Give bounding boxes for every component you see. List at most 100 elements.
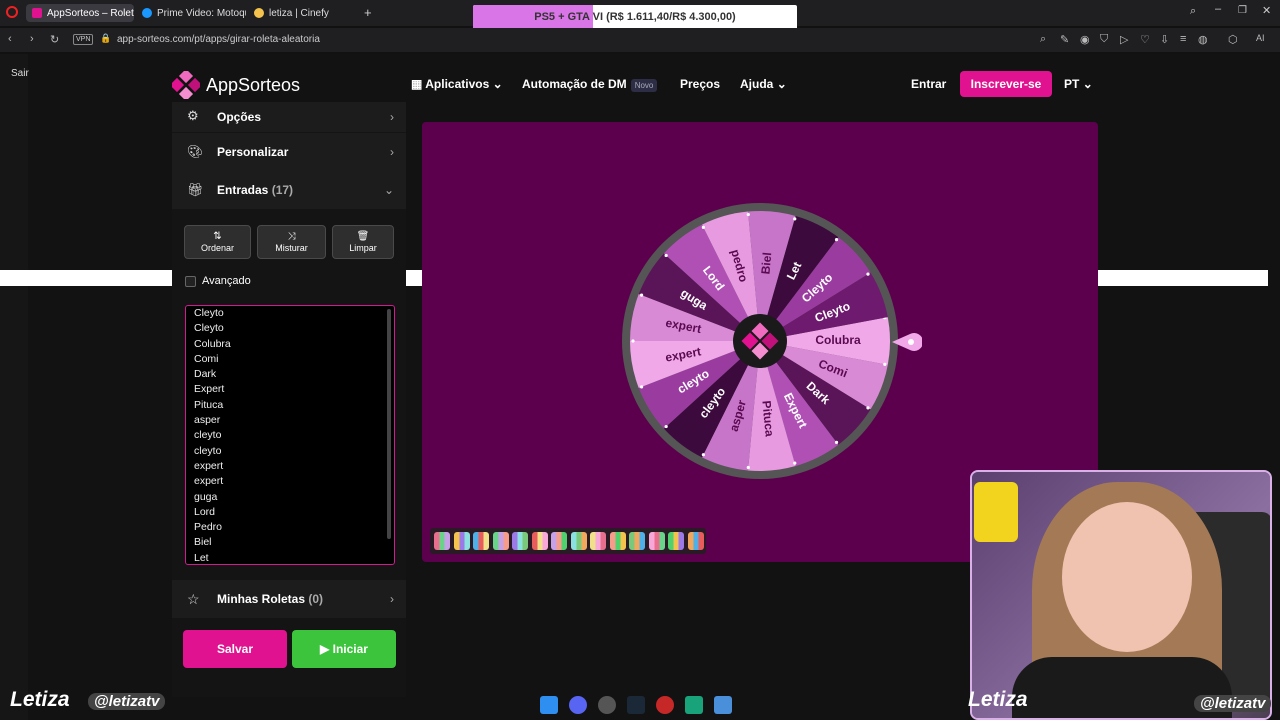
entry-line[interactable]: Pedro: [194, 520, 231, 535]
entry-line[interactable]: Let: [194, 551, 231, 564]
palette-swatch[interactable]: [570, 532, 587, 550]
streamer-handle: @letizatv: [1194, 695, 1272, 712]
entry-line[interactable]: expert: [194, 459, 231, 474]
maximize-icon[interactable]: ❐: [1238, 5, 1247, 16]
entry-line[interactable]: Comi: [194, 352, 231, 367]
minimize-icon[interactable]: –: [1215, 3, 1221, 15]
spin-wheel[interactable]: ColubraComiDarkExpertPitucaaspercleytocl…: [620, 201, 900, 481]
nav-help[interactable]: Ajuda ⌄: [740, 77, 787, 91]
shuffle-button[interactable]: ⤨ Misturar: [257, 225, 326, 259]
shield-icon[interactable]: ⛉: [1100, 33, 1108, 46]
steam-icon[interactable]: [627, 696, 645, 714]
language-select[interactable]: PT ⌄: [1064, 77, 1093, 91]
start-button[interactable]: ▶ Iniciar: [292, 630, 396, 668]
wheel-peg: [639, 293, 644, 297]
wheel-peg: [866, 406, 870, 410]
nav-apps[interactable]: ▦ Aplicativos ⌄: [411, 77, 503, 91]
ai-icon[interactable]: AI: [1256, 33, 1265, 43]
vpn-badge[interactable]: VPN: [73, 34, 94, 45]
entry-line[interactable]: Dark: [194, 367, 231, 382]
palette-swatch[interactable]: [453, 532, 470, 550]
entry-line[interactable]: Pituca: [194, 398, 231, 413]
section-entries[interactable]: 🎁︎ Entradas (17) ⌄: [172, 171, 406, 209]
entry-line[interactable]: guga: [194, 490, 231, 505]
obs-icon[interactable]: [598, 696, 616, 714]
entry-line[interactable]: Cleyto: [194, 306, 231, 321]
appsorteos-logo[interactable]: AppSorteos: [172, 71, 300, 99]
entries-count: (17): [271, 183, 294, 197]
opera-icon[interactable]: [656, 696, 674, 714]
palette-swatch[interactable]: [629, 532, 645, 550]
entry-line[interactable]: cleyto: [194, 444, 231, 459]
edit-icon[interactable]: ✎: [1060, 33, 1069, 46]
download-icon[interactable]: ⇩: [1160, 33, 1169, 46]
menu-icon[interactable]: ≡: [1180, 33, 1186, 45]
wheel-hub[interactable]: [733, 314, 787, 368]
palette-swatch[interactable]: [551, 532, 567, 550]
palette-swatch[interactable]: [492, 532, 509, 550]
entry-line[interactable]: asper: [194, 413, 231, 428]
search-tabs-icon[interactable]: ⌕: [1190, 5, 1196, 18]
palette-swatch[interactable]: [473, 532, 489, 550]
palette-swatch[interactable]: [668, 532, 684, 550]
signup-button[interactable]: Inscrever-se: [960, 71, 1052, 97]
entries-textarea[interactable]: Cleyto Cleyto Colubra Comi Dark Expert Pituca a…: [185, 305, 395, 565]
nav-prices[interactable]: Preços: [680, 77, 720, 91]
advanced-checkbox[interactable]: [185, 275, 196, 287]
entry-line[interactable]: Expert: [194, 382, 231, 397]
new-tab-button[interactable]: +: [364, 5, 372, 20]
advanced-toggle[interactable]: Avançado: [185, 275, 251, 287]
palette-swatch[interactable]: [609, 532, 626, 550]
calculator-icon[interactable]: [714, 696, 732, 714]
prime-video-favicon-icon: [142, 8, 152, 18]
start-label: Iniciar: [332, 642, 368, 656]
entry-line[interactable]: Cleyto: [194, 321, 231, 336]
camera-icon[interactable]: ◉: [1080, 33, 1090, 46]
play-icon[interactable]: ▷: [1120, 33, 1128, 46]
palette-swatch[interactable]: [531, 532, 548, 550]
save-button[interactable]: Salvar: [183, 630, 287, 668]
entry-line[interactable]: Biel: [194, 535, 231, 550]
opera-icon[interactable]: [6, 6, 18, 18]
clear-button[interactable]: 🗑︎ Limpar: [332, 225, 394, 259]
tab-appsorteos[interactable]: AppSorteos – Roleta Alea: [26, 4, 134, 22]
tab-prime-video[interactable]: Prime Video: Motoqueiro: [136, 4, 246, 22]
palette-swatch[interactable]: [512, 532, 528, 550]
forward-icon[interactable]: ›: [30, 33, 34, 45]
close-window-icon[interactable]: ✕: [1262, 4, 1271, 17]
entry-line[interactable]: Lord: [194, 505, 231, 520]
section-my-wheels[interactable]: ☆ Minhas Roletas (0) ›: [172, 580, 406, 618]
back-icon[interactable]: ‹: [8, 33, 12, 45]
section-options[interactable]: ⚙ Opções ›: [172, 102, 406, 132]
wheel-peg: [883, 362, 887, 366]
wheel-peg: [834, 238, 839, 242]
palette-swatch[interactable]: [590, 532, 606, 550]
chevron-right-icon: ›: [390, 592, 394, 606]
login-link[interactable]: Entrar: [911, 77, 946, 91]
section-customize[interactable]: 🎨︎ Personalizar ›: [172, 133, 406, 171]
sair-button[interactable]: Sair: [11, 68, 29, 79]
entry-line[interactable]: expert: [194, 474, 231, 489]
palette-swatch[interactable]: [687, 532, 704, 550]
windows-start-icon[interactable]: [540, 696, 558, 714]
entry-line[interactable]: cleyto: [194, 428, 231, 443]
palette-swatch[interactable]: [648, 532, 665, 550]
promo-progress-banner[interactable]: PS5 + GTA VI (R$ 1.611,40/R$ 4.300,00): [473, 5, 797, 30]
palette-swatch[interactable]: [434, 532, 450, 550]
entry-line[interactable]: Colubra: [194, 337, 231, 352]
heart-icon[interactable]: ♡: [1140, 33, 1150, 46]
search-icon[interactable]: ⌕: [1040, 33, 1046, 46]
avatar[interactable]: ◍: [1198, 33, 1208, 46]
sort-button[interactable]: ⇅ Ordenar: [184, 225, 251, 259]
nav-dm[interactable]: Automação de DM Novo: [522, 77, 658, 92]
chevron-down-icon: ⌄: [383, 183, 394, 197]
wheel-peg: [631, 339, 635, 343]
entries-scrollbar[interactable]: [387, 309, 391, 539]
discord-icon[interactable]: [569, 696, 587, 714]
tab-cinefy[interactable]: letiza | Cinefy: [248, 4, 358, 22]
app-icon[interactable]: [685, 696, 703, 714]
extensions-icon[interactable]: ⬡: [1228, 33, 1238, 46]
palette-selector[interactable]: [430, 528, 706, 554]
reload-icon[interactable]: ↻: [50, 33, 59, 46]
url-field[interactable]: app-sorteos.com/pt/apps/girar-roleta-ale…: [117, 34, 320, 45]
